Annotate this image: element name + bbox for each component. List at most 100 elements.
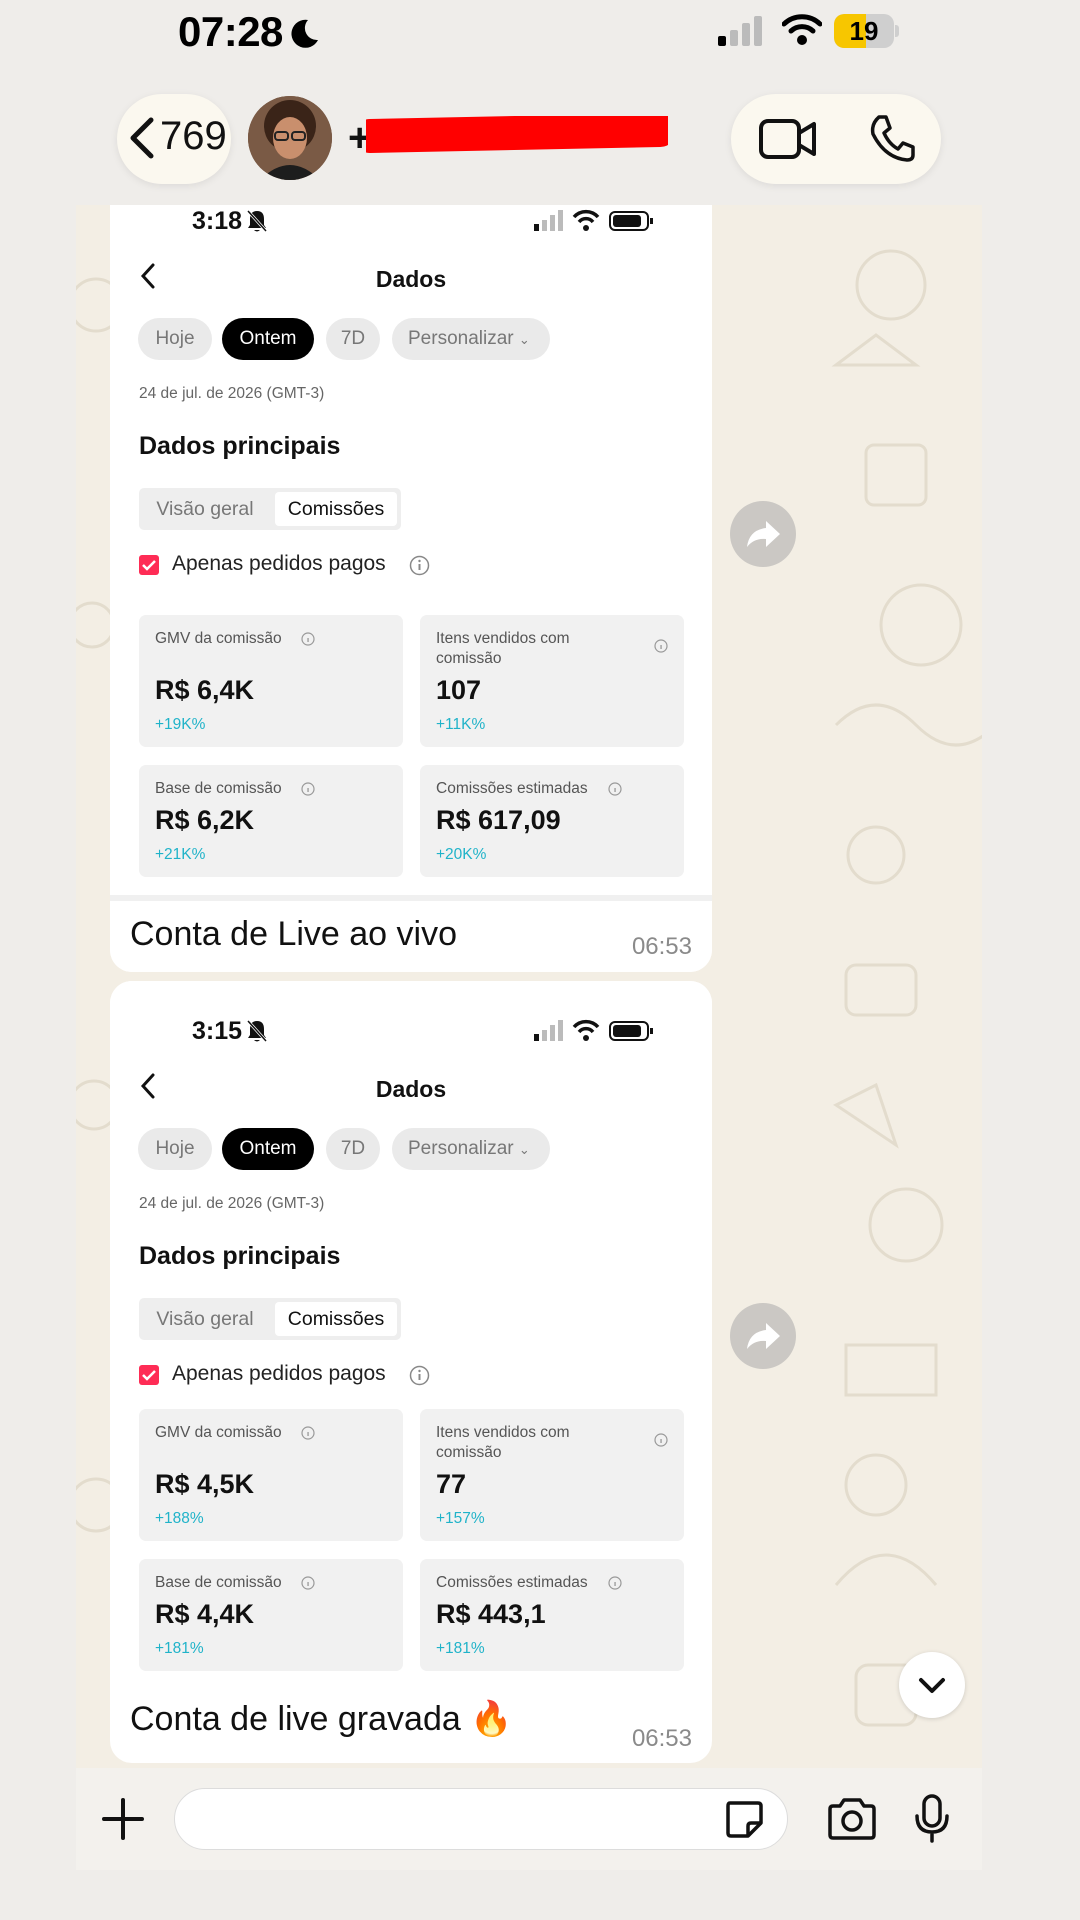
video-call-icon[interactable] <box>759 118 817 160</box>
metric-value: R$ 4,5K <box>155 1469 255 1499</box>
checkbox-label: Apenas pedidos pagos <box>172 1362 386 1385</box>
chevron-down-icon: ⌄ <box>518 1142 530 1157</box>
screenshot-date: 24 de jul. de 2026 (GMT-3) <box>139 1195 325 1212</box>
chip-personalizar-label: Personalizar <box>408 1138 514 1159</box>
screenshot-heading: Dados principais <box>139 1242 341 1270</box>
plus-icon[interactable] <box>100 1796 146 1842</box>
metric-card: Base de comissão R$ 6,2K +21K% <box>139 765 403 877</box>
message-timestamp: 06:53 <box>631 933 692 960</box>
sticker-icon[interactable] <box>724 1799 764 1839</box>
checkbox-checked <box>139 1365 159 1385</box>
metric-label: Itens vendidos com comissão <box>436 1424 570 1461</box>
metric-change: +157% <box>436 1510 485 1527</box>
divider <box>110 895 712 901</box>
message-timestamp: 06:53 <box>631 1725 692 1752</box>
metric-change: +181% <box>436 1640 485 1657</box>
tab-comissoes: Comissões <box>275 1302 397 1336</box>
info-icon <box>654 1433 668 1447</box>
message-caption: Conta de live gravada 🔥 <box>130 1700 513 1738</box>
message-composer <box>76 1768 982 1870</box>
info-icon <box>608 782 622 796</box>
camera-icon[interactable] <box>826 1798 878 1840</box>
metric-label: Base de comissão <box>155 1574 282 1591</box>
screenshot-image[interactable]: 3:18 Dados Hoje Ontem 7D Personalizar ⌄ … <box>110 205 712 972</box>
chip-personalizar: Personalizar ⌄ <box>392 1128 550 1170</box>
tab-comissoes: Comissões <box>275 492 397 526</box>
screenshot-time: 3:18 <box>192 207 243 235</box>
metric-label: Itens vendidos com comissão <box>436 630 570 667</box>
info-icon <box>301 1426 315 1440</box>
info-icon <box>301 782 315 796</box>
screenshot-image[interactable]: 3:15 Dados Hoje Ontem 7D Personalizar ⌄ … <box>110 981 712 1684</box>
voice-call-icon[interactable] <box>869 114 915 162</box>
chip-ontem: Ontem <box>222 318 314 360</box>
screenshot-title: Dados <box>375 1076 447 1102</box>
metric-value: R$ 617,09 <box>436 805 561 835</box>
check-icon <box>142 560 156 571</box>
metric-change: +188% <box>155 1510 204 1527</box>
metric-card: Itens vendidos com comissão 77 +157% <box>420 1409 684 1541</box>
metric-change: +11K% <box>436 716 486 733</box>
chip-personalizar-label: Personalizar <box>408 328 514 349</box>
image-message[interactable]: 3:18 Dados Hoje Ontem 7D Personalizar ⌄ … <box>110 205 712 972</box>
chevron-down-icon: ⌄ <box>518 332 530 347</box>
forward-button[interactable] <box>730 1303 796 1369</box>
status-bar: 07:28 19 <box>0 0 1080 66</box>
microphone-icon[interactable] <box>914 1794 950 1844</box>
metric-change: +21K% <box>155 846 206 863</box>
info-icon <box>301 1576 315 1590</box>
metric-change: +20K% <box>436 846 487 863</box>
info-icon <box>301 632 315 646</box>
unread-count: 769 <box>160 114 227 158</box>
scroll-to-bottom-button[interactable] <box>899 1652 965 1718</box>
tab-visao-geral: Visão geral <box>156 1308 254 1330</box>
segmented-tabs: Visão geral Comissões <box>139 488 401 530</box>
metric-change: +181% <box>155 1640 204 1657</box>
bell-muted-icon <box>246 209 268 233</box>
battery-level: 19 <box>849 16 879 46</box>
info-icon <box>608 1576 622 1590</box>
chip-personalizar: Personalizar ⌄ <box>392 318 550 360</box>
checkbox-label: Apenas pedidos pagos <box>172 552 386 575</box>
metric-card: Base de comissão R$ 4,4K +181% <box>139 1559 403 1671</box>
chip-hoje: Hoje <box>138 318 212 360</box>
checkbox-checked <box>139 555 159 575</box>
chevron-left-icon <box>130 117 154 159</box>
chevron-down-icon <box>919 1678 945 1693</box>
message-input[interactable] <box>174 1788 788 1850</box>
metric-card: Itens vendidos com comissão 107 +11K% <box>420 615 684 747</box>
bell-muted-icon <box>246 1019 268 1043</box>
metric-label: GMV da comissão <box>155 630 282 647</box>
check-icon <box>142 1370 156 1381</box>
forward-button[interactable] <box>730 501 796 567</box>
metric-value: 107 <box>436 675 482 705</box>
chip-7d: 7D <box>326 318 380 360</box>
metric-label: GMV da comissão <box>155 1424 282 1441</box>
metric-value: R$ 443,1 <box>436 1599 546 1629</box>
image-message[interactable]: 3:15 Dados Hoje Ontem 7D Personalizar ⌄ … <box>110 981 712 1763</box>
battery-indicator: 19 <box>834 14 899 48</box>
message-caption: Conta de Live ao vivo <box>130 915 457 953</box>
segmented-tabs: Visão geral Comissões <box>139 1298 401 1340</box>
metric-label: Base de comissão <box>155 780 282 797</box>
metric-value: R$ 6,4K <box>155 675 255 705</box>
screenshot-date: 24 de jul. de 2026 (GMT-3) <box>139 385 325 402</box>
screenshot-status-icons <box>534 209 653 231</box>
cellular-signal-icon <box>718 16 762 46</box>
info-icon <box>654 639 668 653</box>
wifi-icon <box>782 14 822 45</box>
redaction-mark <box>366 116 668 153</box>
info-icon <box>409 555 430 576</box>
metric-card: GMV da comissão R$ 6,4K +19K% <box>139 615 403 747</box>
back-button[interactable]: 769 <box>117 94 231 184</box>
metric-card: GMV da comissão R$ 4,5K +188% <box>139 1409 403 1541</box>
metric-card: Comissões estimadas R$ 617,09 +20K% <box>420 765 684 877</box>
info-icon <box>409 1365 430 1386</box>
chip-ontem: Ontem <box>222 1128 314 1170</box>
metric-value: 77 <box>436 1469 467 1499</box>
forward-icon <box>747 1323 780 1349</box>
forward-icon <box>747 521 780 547</box>
metric-change: +19K% <box>155 716 206 733</box>
avatar[interactable] <box>248 96 332 180</box>
tab-visao-geral: Visão geral <box>156 498 254 520</box>
